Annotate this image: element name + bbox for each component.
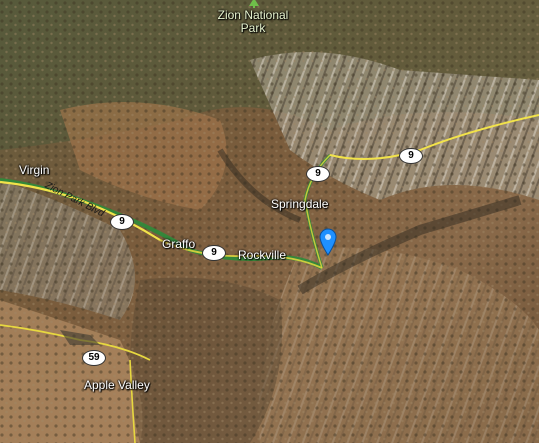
zion-label-line2: Park (240, 21, 266, 35)
place-label-zion-national-park[interactable]: Zion National Park (214, 9, 292, 35)
map-viewport[interactable]: Zion National Park Virgin Springdale Gra… (0, 0, 539, 443)
satellite-terrain (0, 0, 539, 443)
route-shield-sr9[interactable]: 9 (306, 166, 330, 182)
place-label-rockville[interactable]: Rockville (238, 249, 286, 262)
map-pin-icon[interactable] (319, 228, 337, 256)
park-tree-icon (249, 0, 259, 8)
route-shield-sr9[interactable]: 9 (202, 245, 226, 261)
route-shield-sr9[interactable]: 9 (399, 148, 423, 164)
route-shield-sr59[interactable]: 59 (82, 350, 106, 366)
route-shield-sr9[interactable]: 9 (110, 214, 134, 230)
place-label-springdale[interactable]: Springdale (271, 198, 328, 211)
place-label-virgin[interactable]: Virgin (19, 164, 49, 177)
place-label-apple-valley[interactable]: Apple Valley (84, 379, 150, 392)
place-label-grafton[interactable]: Graffo (162, 238, 195, 251)
